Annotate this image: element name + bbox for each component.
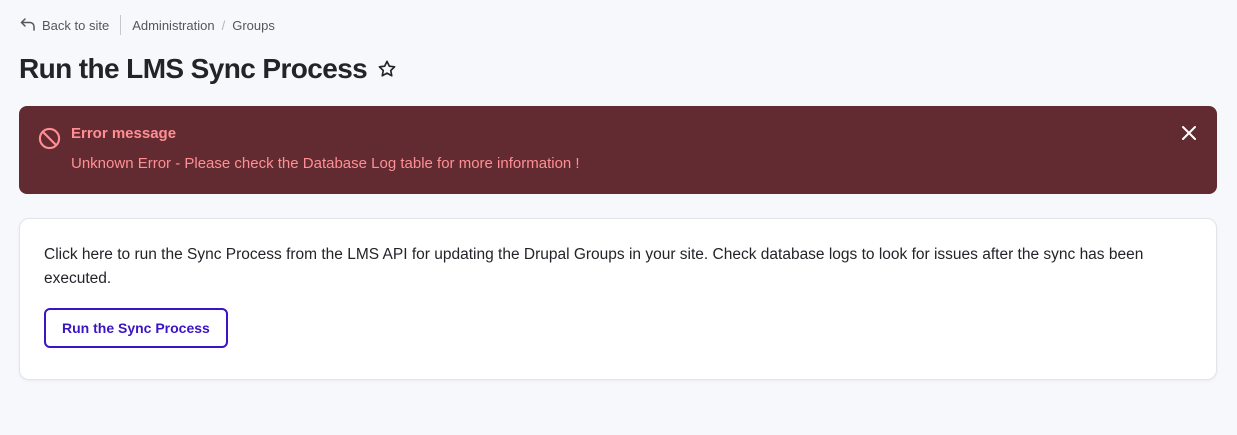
title-row: Run the LMS Sync Process [19, 50, 398, 88]
run-sync-button[interactable]: Run the Sync Process [44, 308, 228, 348]
breadcrumb: Administration / Groups [132, 18, 275, 33]
arrow-return-left-icon [20, 17, 42, 34]
top-bar: Back to site Administration / Groups [20, 14, 275, 36]
close-icon[interactable] [1181, 125, 1197, 141]
error-text: Unknown Error - Please check the Databas… [71, 155, 580, 172]
star-icon[interactable] [376, 58, 398, 80]
breadcrumb-separator: / [221, 17, 226, 33]
error-title: Error message [71, 125, 177, 142]
sync-description: Click here to run the Sync Process from … [44, 246, 1144, 287]
prohibited-icon [38, 127, 61, 150]
page-title: Run the LMS Sync Process [19, 53, 368, 84]
sync-card: Click here to run the Sync Process from … [19, 218, 1217, 380]
back-to-site-label: Back to site [42, 17, 110, 33]
breadcrumb-groups[interactable]: Groups [232, 18, 275, 33]
error-message-box: Error message Unknown Error - Please che… [19, 106, 1217, 194]
topbar-divider [120, 15, 122, 35]
back-to-site-link[interactable]: Back to site [20, 17, 109, 34]
breadcrumb-administration[interactable]: Administration [132, 18, 214, 33]
